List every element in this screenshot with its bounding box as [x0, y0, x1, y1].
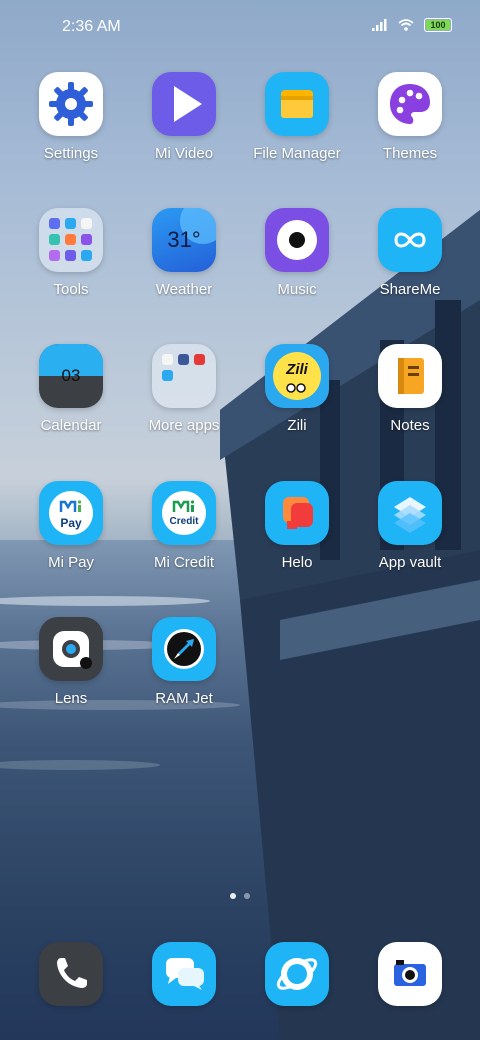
battery-level: 100: [430, 20, 446, 30]
app-vault[interactable]: App vault: [355, 481, 465, 571]
app-label: Zili: [287, 417, 307, 434]
app-calendar[interactable]: 03 Calendar: [16, 344, 126, 434]
app-music[interactable]: Music: [242, 208, 352, 298]
app-label: Themes: [382, 145, 438, 162]
mi-credit-logo-text: Credit: [169, 516, 199, 527]
app-label: Lens: [54, 690, 88, 707]
mi-credit-icon: Credit: [152, 481, 216, 545]
app-label: File Manager: [253, 145, 341, 162]
app-settings[interactable]: Settings: [16, 72, 126, 162]
app-zili[interactable]: Zili Zili: [242, 344, 352, 434]
dock-camera[interactable]: [355, 942, 465, 1006]
app-label: RAM Jet: [155, 690, 213, 707]
folder-icon: [265, 72, 329, 136]
settings-icon: [39, 72, 103, 136]
rocket-icon: [152, 617, 216, 681]
phone-icon: [39, 942, 103, 1006]
notes-icon: [378, 344, 442, 408]
play-icon: [152, 72, 216, 136]
app-label: Mi Video: [154, 145, 214, 162]
app-vault-icon: [378, 481, 442, 545]
app-label: ShareMe: [379, 281, 441, 298]
mi-pay-logo-text: Pay: [60, 516, 82, 530]
weather-icon: 31°: [152, 208, 216, 272]
app-ram-jet[interactable]: RAM Jet: [129, 617, 239, 707]
app-mi-pay[interactable]: Pay Mi Pay: [16, 481, 126, 571]
folder-tools-icon: [39, 208, 103, 272]
app-label: Tools: [53, 281, 89, 298]
lens-icon: [39, 617, 103, 681]
page-dot[interactable]: [244, 893, 250, 899]
music-disc-icon: [265, 208, 329, 272]
weather-temperature: 31°: [167, 227, 201, 252]
camera-icon: [378, 942, 442, 1006]
messaging-icon: [152, 942, 216, 1006]
browser-icon: [265, 942, 329, 1006]
app-helo[interactable]: Helo: [242, 481, 352, 571]
app-label: Mi Credit: [153, 554, 214, 571]
dock-phone[interactable]: [16, 942, 126, 1006]
app-mi-credit[interactable]: Credit Mi Credit: [129, 481, 239, 571]
calendar-date: 03: [61, 366, 81, 385]
app-label: Notes: [390, 417, 430, 434]
app-label: Music: [277, 281, 317, 298]
zili-badge-text: Zili: [286, 361, 308, 378]
mi-pay-icon: Pay: [39, 481, 103, 545]
calendar-icon: 03: [39, 344, 103, 408]
folder-more-apps-icon: [152, 344, 216, 408]
app-lens[interactable]: Lens: [16, 617, 126, 707]
app-label: Weather: [155, 281, 213, 298]
battery-icon: 100: [424, 18, 452, 32]
app-label: Calendar: [40, 417, 102, 434]
app-tools-folder[interactable]: Tools: [16, 208, 126, 298]
app-shareme[interactable]: ShareMe: [355, 208, 465, 298]
wifi-icon: [398, 19, 414, 31]
app-label: App vault: [378, 554, 442, 571]
infinity-icon: [378, 208, 442, 272]
signal-icon: [372, 19, 387, 31]
page-dot[interactable]: [230, 893, 236, 899]
app-notes[interactable]: Notes: [355, 344, 465, 434]
dock-messaging[interactable]: [129, 942, 239, 1006]
status-bar: 2:36 AM 100: [0, 0, 480, 56]
zili-icon: Zili: [265, 344, 329, 408]
app-more-apps-folder[interactable]: More apps: [129, 344, 239, 434]
app-label: Helo: [281, 554, 313, 571]
app-file-manager[interactable]: File Manager: [242, 72, 352, 162]
app-weather[interactable]: 31° Weather: [129, 208, 239, 298]
dock-browser[interactable]: [242, 942, 352, 1006]
app-label: Settings: [43, 145, 99, 162]
status-icons: 100: [372, 18, 452, 32]
app-mi-video[interactable]: Mi Video: [129, 72, 239, 162]
palette-icon: [378, 72, 442, 136]
app-label: More apps: [148, 417, 220, 434]
helo-icon: [265, 481, 329, 545]
status-time: 2:36 AM: [62, 18, 121, 35]
app-themes[interactable]: Themes: [355, 72, 465, 162]
app-label: Mi Pay: [48, 554, 94, 571]
page-indicator: [0, 893, 480, 899]
